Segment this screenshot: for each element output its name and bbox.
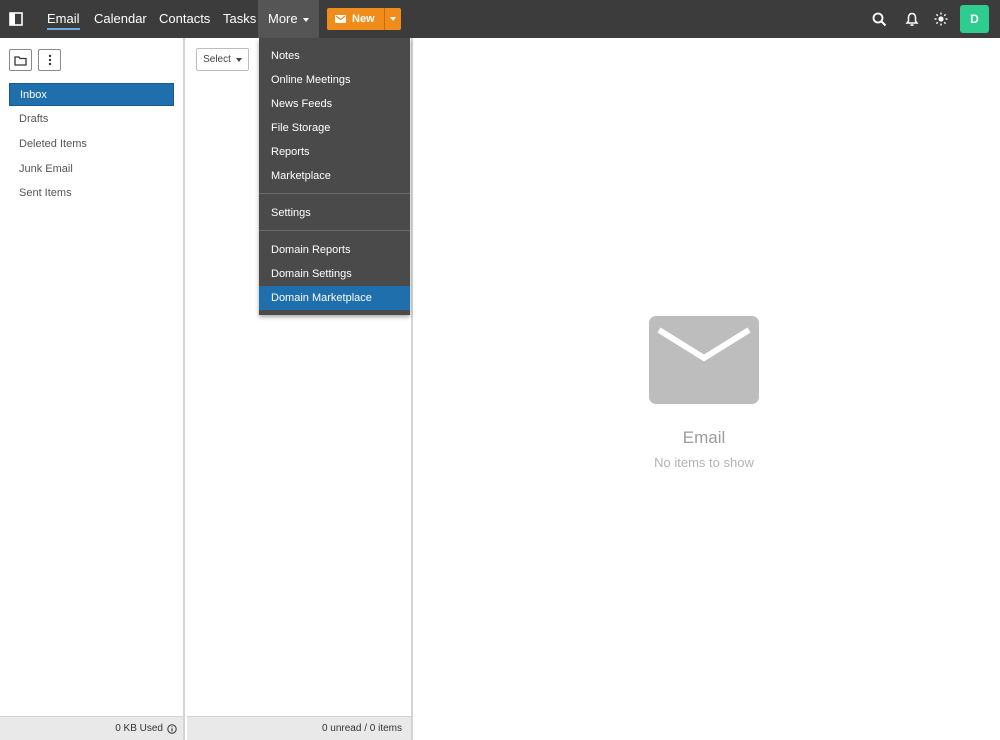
folder-icon: [14, 55, 27, 66]
folder-button[interactable]: [9, 49, 32, 71]
chevron-down-icon: [302, 17, 309, 22]
select-button-label: Select: [203, 54, 231, 65]
nav-contacts[interactable]: Contacts: [159, 0, 210, 38]
nav-email-label: Email: [47, 11, 80, 30]
message-count-footer: 0 unread / 0 items: [187, 716, 411, 740]
folder-item-sent-items[interactable]: Sent Items: [9, 182, 174, 205]
storage-used-text: 0 KB Used: [115, 723, 163, 734]
menu-item-news-feeds[interactable]: News Feeds: [259, 92, 410, 116]
menu-divider: [259, 193, 410, 194]
menu-item-marketplace[interactable]: Marketplace: [259, 164, 410, 188]
folder-item-drafts[interactable]: Drafts: [9, 108, 174, 131]
storage-footer: 0 KB Used: [0, 716, 183, 740]
nav-email[interactable]: Email: [47, 0, 80, 38]
panel-toggle-icon[interactable]: [6, 9, 26, 29]
folder-item-deleted-items[interactable]: Deleted Items: [9, 133, 174, 156]
more-options-button[interactable]: [38, 49, 61, 71]
search-icon[interactable]: [869, 9, 889, 29]
chevron-down-icon: [389, 17, 396, 21]
bell-icon[interactable]: [902, 9, 922, 29]
nav-more[interactable]: More: [258, 0, 319, 38]
top-bar: Email Calendar Contacts Tasks More New D: [0, 0, 1000, 38]
empty-state-subtitle: No items to show: [654, 455, 754, 470]
new-dropdown-button[interactable]: [383, 8, 401, 30]
avatar[interactable]: D: [960, 5, 989, 33]
menu-divider: [259, 230, 410, 231]
folder-item-junk-email[interactable]: Junk Email: [9, 158, 174, 181]
folder-item-inbox[interactable]: Inbox: [9, 83, 174, 106]
select-button[interactable]: Select: [196, 48, 249, 71]
menu-item-domain-marketplace[interactable]: Domain Marketplace: [259, 286, 410, 310]
menu-item-online-meetings[interactable]: Online Meetings: [259, 68, 410, 92]
new-button[interactable]: New: [327, 8, 384, 30]
menu-item-file-storage[interactable]: File Storage: [259, 116, 410, 140]
vertical-dots-icon: [48, 54, 51, 66]
nav-more-label: More: [268, 11, 298, 26]
new-button-group: New: [327, 8, 401, 30]
nav-contacts-label: Contacts: [159, 11, 211, 26]
new-button-label: New: [352, 13, 375, 25]
menu-item-reports[interactable]: Reports: [259, 140, 410, 164]
nav-tasks[interactable]: Tasks: [223, 0, 256, 38]
empty-state-title: Email: [682, 428, 726, 447]
menu-item-notes[interactable]: Notes: [259, 44, 410, 68]
menu-item-settings[interactable]: Settings: [259, 201, 410, 225]
menu-item-domain-settings[interactable]: Domain Settings: [259, 262, 410, 286]
nav-tasks-label: Tasks: [223, 11, 257, 26]
reading-pane: Email No items to show: [415, 38, 1000, 740]
nav-calendar-label: Calendar: [94, 11, 147, 26]
more-dropdown-menu: Notes Online Meetings News Feeds File St…: [259, 38, 410, 315]
envelope-icon: [335, 15, 346, 23]
menu-item-domain-reports[interactable]: Domain Reports: [259, 238, 410, 262]
envelope-icon: [649, 316, 759, 404]
sun-icon[interactable]: [931, 9, 951, 29]
info-icon[interactable]: [167, 723, 177, 734]
folder-pane: Inbox Drafts Deleted Items Junk Email Se…: [0, 38, 185, 740]
nav-calendar[interactable]: Calendar: [94, 0, 147, 38]
chevron-down-icon: [235, 57, 242, 62]
